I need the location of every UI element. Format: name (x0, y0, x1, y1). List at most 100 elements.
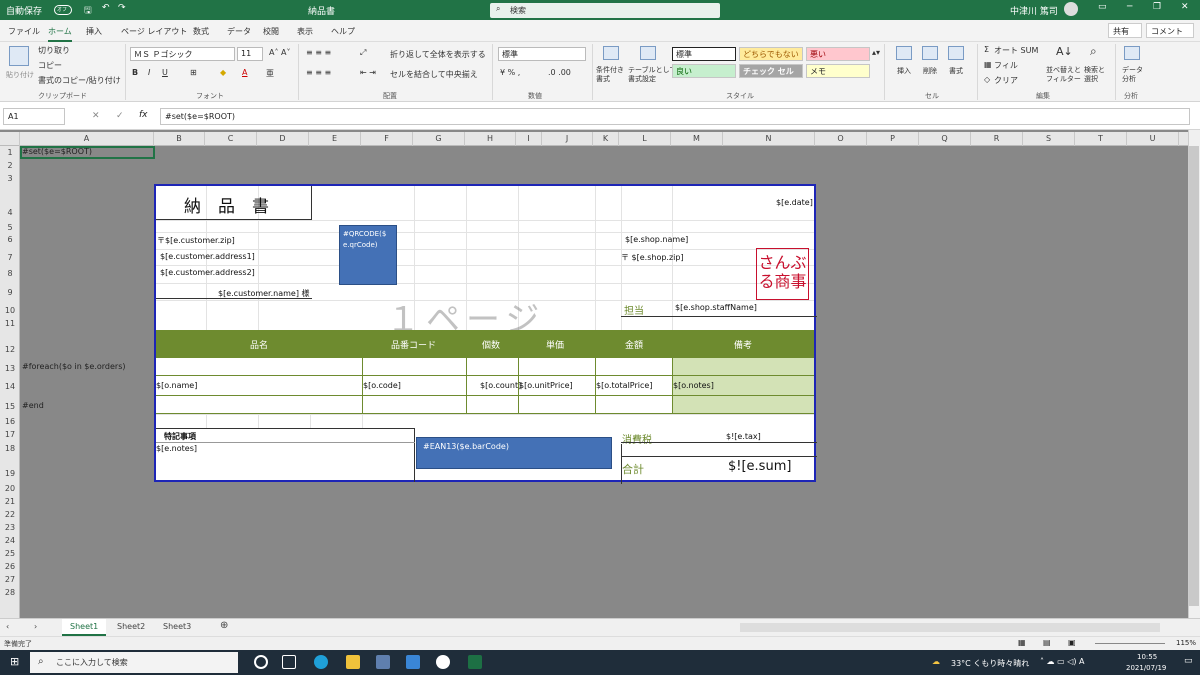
row-header[interactable]: 27 (0, 575, 20, 584)
tab-page-layout[interactable]: ページ レイアウト (121, 26, 187, 37)
cortana-icon[interactable] (254, 655, 268, 669)
row-header[interactable]: 5 (0, 223, 20, 232)
page-break-view-icon[interactable]: ▣ (1068, 638, 1076, 647)
share-button[interactable]: 共有 (1108, 23, 1142, 38)
cell-a15[interactable]: #end (22, 401, 44, 410)
customer-zip[interactable]: 〒$[e.customer.zip] (157, 235, 235, 246)
data-analysis-icon[interactable] (1124, 46, 1140, 60)
row-header[interactable]: 22 (0, 510, 20, 519)
paste-icon[interactable] (9, 46, 29, 66)
page-layout-view-icon[interactable]: ▤ (1043, 638, 1051, 647)
sheet-tab-2[interactable]: Sheet2 (117, 622, 145, 631)
row-header[interactable]: 1 (0, 148, 20, 157)
column-header[interactable]: G (413, 132, 465, 146)
order-name[interactable]: $[o.name] (156, 381, 197, 390)
column-header[interactable]: P (867, 132, 919, 146)
sort-filter-button[interactable]: 並べ替えと フィルター (1046, 66, 1081, 84)
autosum-button[interactable]: オート SUM (994, 45, 1038, 56)
save-icon[interactable]: 🖫 (84, 3, 92, 19)
style-neutral[interactable]: どちらでもない (739, 47, 803, 61)
insert-cells-button[interactable]: 挿入 (897, 66, 911, 76)
tax-value[interactable]: $![e.tax] (726, 432, 761, 441)
style-good[interactable]: 良い (672, 64, 736, 78)
column-header[interactable]: C (205, 132, 257, 146)
vertical-scroll-thumb[interactable] (1189, 146, 1199, 606)
indent-icon[interactable]: ⇤ ⇥ (360, 68, 376, 77)
merge-center-button[interactable]: セルを結合して中央揃え (390, 69, 478, 80)
row-header[interactable]: 4 (0, 208, 20, 217)
tray-icons[interactable]: ˄ ☁ ▭ ◁) A (1040, 657, 1084, 666)
table-format-icon[interactable] (640, 46, 656, 60)
order-notes[interactable]: $[o.notes] (673, 381, 714, 390)
name-box[interactable]: A1 (3, 108, 65, 125)
row-header[interactable]: 20 (0, 484, 20, 493)
sheet-tab-1[interactable]: Sheet1 (62, 619, 107, 636)
tab-review[interactable]: 校閲 (263, 26, 279, 37)
row-header[interactable]: 24 (0, 536, 20, 545)
remarks-field[interactable]: $[e.notes] (156, 444, 197, 453)
tab-home[interactable]: ホーム (48, 26, 72, 42)
wrap-text-button[interactable]: 折り返して全体を表示する (390, 49, 486, 60)
conditional-format-button[interactable]: 条件付き 書式 (596, 66, 624, 84)
font-grow-icon[interactable]: A˄ A˅ (269, 48, 291, 57)
mail-icon[interactable] (406, 655, 420, 669)
select-all-corner[interactable] (0, 132, 20, 146)
staff-name[interactable]: $[e.shop.staffName] (675, 303, 757, 312)
row-header[interactable]: 13 (0, 364, 20, 373)
tab-file[interactable]: ファイル (8, 26, 40, 37)
sigma-icon[interactable]: Σ (984, 45, 989, 54)
row-header[interactable]: 7 (0, 253, 20, 262)
fill-icon[interactable]: ▦ (984, 60, 992, 69)
format-cells-button[interactable]: 書式 (949, 66, 963, 76)
font-color-icon[interactable]: A (242, 68, 247, 77)
bold-icon[interactable]: B (132, 68, 138, 77)
decimal-icon[interactable]: .0 .00 (548, 68, 571, 77)
zoom-slider[interactable] (1095, 643, 1165, 644)
row-header[interactable]: 28 (0, 588, 20, 597)
row-header[interactable]: 17 (0, 430, 20, 439)
cell-a1[interactable]: #set($e=$ROOT) (22, 147, 92, 156)
order-unit-price[interactable]: $[o.unitPrice] (519, 381, 573, 390)
copy-button[interactable]: コピー (38, 60, 62, 71)
row-header[interactable]: 11 (0, 319, 20, 328)
notification-icon[interactable]: ▭ (1184, 656, 1193, 666)
column-header[interactable]: R (971, 132, 1023, 146)
task-view-icon[interactable] (282, 655, 296, 669)
row-header[interactable]: 19 (0, 469, 20, 478)
explorer-icon[interactable] (346, 655, 360, 669)
customer-address2[interactable]: $[e.customer.address2] (160, 268, 255, 277)
clear-button[interactable]: クリア (994, 75, 1018, 86)
tab-formulas[interactable]: 数式 (193, 26, 209, 37)
order-count[interactable]: $[o.count] (480, 381, 521, 390)
underline-icon[interactable]: U (162, 68, 168, 77)
currency-icon[interactable]: ¥ % , (500, 68, 520, 77)
column-header[interactable]: J (542, 132, 593, 146)
column-header[interactable]: T (1075, 132, 1127, 146)
paste-button[interactable]: 貼り付け (6, 70, 34, 80)
row-header[interactable]: 21 (0, 497, 20, 506)
insert-cells-icon[interactable] (896, 46, 912, 60)
sum-value[interactable]: $![e.sum] (728, 459, 791, 474)
sheet-tab-3[interactable]: Sheet3 (163, 622, 191, 631)
row-header[interactable]: 6 (0, 235, 20, 244)
horizontal-scrollbar[interactable] (740, 623, 1160, 632)
tab-insert[interactable]: 挿入 (86, 26, 102, 37)
shop-zip[interactable]: 〒 $[e.shop.zip] (621, 252, 684, 263)
undo-icon[interactable]: ↶ (102, 3, 110, 13)
column-header[interactable]: O (815, 132, 867, 146)
style-bad[interactable]: 悪い (806, 47, 870, 61)
row-header[interactable]: 26 (0, 562, 20, 571)
format-cells-icon[interactable] (948, 46, 964, 60)
column-header[interactable]: H (465, 132, 516, 146)
style-scroll-icon[interactable]: ▴▾ (872, 48, 880, 57)
row-header[interactable]: 2 (0, 161, 20, 170)
font-name-select[interactable]: ＭＳ Ｐゴシック (130, 47, 235, 61)
row-header[interactable]: 25 (0, 549, 20, 558)
eraser-icon[interactable]: ◇ (984, 75, 990, 84)
row-header[interactable]: 23 (0, 523, 20, 532)
column-header[interactable]: B (154, 132, 205, 146)
taskbar-search[interactable]: ⌕ ここに入力して検索 (30, 652, 238, 673)
redo-icon[interactable]: ↷ (118, 3, 126, 13)
enter-icon[interactable]: ✓ (116, 111, 124, 121)
clock-time[interactable]: 10:55 (1137, 653, 1157, 661)
